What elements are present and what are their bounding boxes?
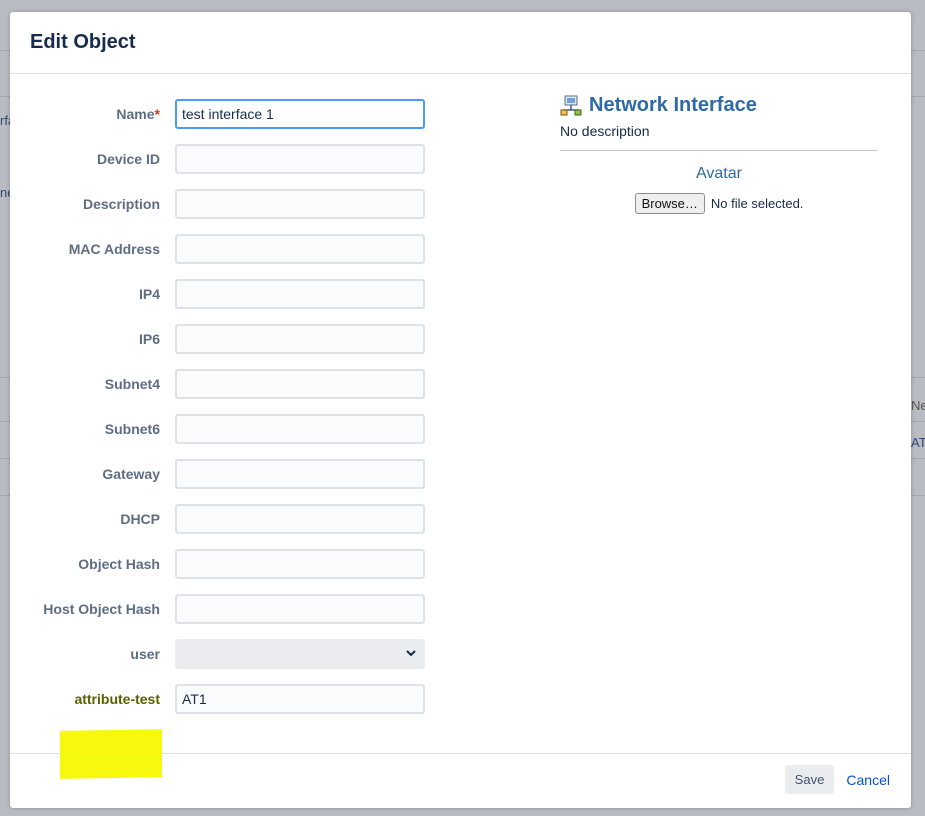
device-id-input[interactable] bbox=[175, 144, 425, 174]
ip4-input[interactable] bbox=[175, 279, 425, 309]
form-row-dhcp: DHCP bbox=[10, 504, 530, 534]
background-text: AT bbox=[911, 435, 925, 450]
form-row-name: Name* bbox=[10, 99, 530, 129]
browse-button[interactable]: Browse… bbox=[634, 193, 705, 214]
gateway-input[interactable] bbox=[175, 459, 425, 489]
form-row-gateway: Gateway bbox=[10, 459, 530, 489]
network-interface-icon bbox=[560, 95, 582, 115]
user-select[interactable] bbox=[175, 639, 425, 669]
avatar-file-picker: Browse… No file selected. bbox=[560, 193, 878, 214]
file-status: No file selected. bbox=[710, 196, 804, 211]
mac-address-input[interactable] bbox=[175, 234, 425, 264]
form-row-attribute-test: attribute-test bbox=[10, 684, 530, 714]
form-row-user: user bbox=[10, 639, 530, 669]
field-label: Object Hash bbox=[78, 556, 160, 572]
field-label: IP6 bbox=[138, 331, 160, 347]
save-button[interactable]: Save bbox=[785, 765, 834, 794]
subnet6-input[interactable] bbox=[175, 414, 425, 444]
form-row-object-hash: Object Hash bbox=[10, 549, 530, 579]
dhcp-input[interactable] bbox=[175, 504, 425, 534]
form-row-host-object-hash: Host Object Hash bbox=[10, 594, 530, 624]
object-type-name: Network Interface bbox=[589, 94, 757, 116]
field-label: Subnet4 bbox=[104, 376, 160, 392]
form-row-subnet6: Subnet6 bbox=[10, 414, 530, 444]
dialog-header: Edit Object bbox=[10, 12, 911, 74]
field-label: MAC Address bbox=[68, 241, 160, 257]
field-label: Name* bbox=[116, 106, 160, 122]
background-text: Ne bbox=[911, 398, 925, 413]
object-type-header: Network Interface bbox=[560, 94, 878, 117]
form-row-ip4: IP4 bbox=[10, 279, 530, 309]
field-label: DHCP bbox=[120, 511, 160, 527]
description-input[interactable] bbox=[175, 189, 425, 219]
field-label: Host Object Hash bbox=[43, 601, 160, 617]
divider bbox=[560, 150, 878, 151]
form-row-subnet4: Subnet4 bbox=[10, 369, 530, 399]
form-row-description: Description bbox=[10, 189, 530, 219]
cancel-link[interactable]: Cancel bbox=[846, 772, 890, 788]
field-label: Device ID bbox=[96, 151, 160, 167]
edit-object-dialog: Edit Object Name* Device ID Description … bbox=[10, 12, 911, 808]
subnet4-input[interactable] bbox=[175, 369, 425, 399]
field-label: Subnet6 bbox=[104, 421, 160, 437]
name-input[interactable] bbox=[175, 99, 425, 129]
ip6-input[interactable] bbox=[175, 324, 425, 354]
dialog-title: Edit Object bbox=[30, 31, 136, 53]
dialog-footer: Save Cancel bbox=[10, 753, 911, 808]
field-label: attribute-test bbox=[74, 691, 160, 707]
form-row-mac-address: MAC Address bbox=[10, 234, 530, 264]
required-marker: * bbox=[154, 106, 160, 122]
field-label: IP4 bbox=[138, 286, 160, 302]
field-label: Gateway bbox=[102, 466, 160, 482]
form-row-device-id: Device ID bbox=[10, 144, 530, 174]
avatar-title: Avatar bbox=[696, 165, 742, 182]
field-label: Description bbox=[82, 196, 160, 212]
form-row-ip6: IP6 bbox=[10, 324, 530, 354]
field-label: user bbox=[130, 646, 160, 662]
attribute-test-input[interactable] bbox=[175, 684, 425, 714]
object-type-description: No description bbox=[560, 123, 650, 139]
object-hash-input[interactable] bbox=[175, 549, 425, 579]
host-object-hash-input[interactable] bbox=[175, 594, 425, 624]
chevron-down-icon bbox=[406, 650, 416, 657]
object-type-panel: Network Interface No description Avatar … bbox=[560, 94, 878, 214]
